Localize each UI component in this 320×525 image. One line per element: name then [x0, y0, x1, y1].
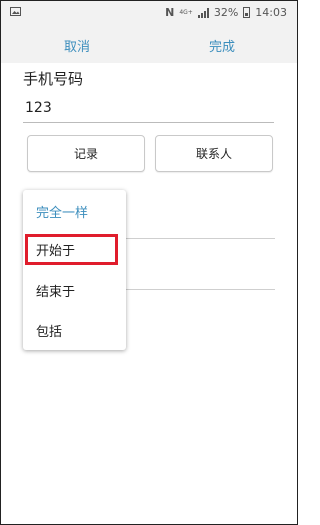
done-button[interactable]: 完成	[209, 36, 235, 55]
network-type-label: 4G+	[179, 8, 193, 16]
action-bar: 取消 完成	[1, 25, 297, 63]
phone-number-input[interactable]: 123	[25, 100, 52, 116]
gallery-notification-icon	[10, 6, 21, 19]
menu-item-contains[interactable]: 包括	[36, 321, 62, 340]
menu-item-ends-with[interactable]: 结束于	[36, 281, 75, 300]
signal-strength-icon	[197, 7, 209, 18]
menu-item-exact-match[interactable]: 完全一样	[36, 202, 88, 221]
contacts-button[interactable]: 联系人	[155, 135, 273, 172]
input-underline	[23, 122, 274, 123]
battery-icon	[243, 7, 251, 18]
match-type-dropdown-menu: 完全一样 开始于 结束于 包括	[23, 190, 126, 350]
record-button[interactable]: 记录	[27, 135, 145, 172]
divider	[126, 238, 275, 239]
status-bar: N 4G+ 32% 14:03	[1, 1, 297, 25]
cancel-button[interactable]: 取消	[64, 36, 90, 55]
nfc-icon: N	[165, 6, 175, 19]
divider	[126, 289, 275, 290]
field-title: 手机号码	[23, 70, 84, 88]
clock: 14:03	[255, 6, 287, 19]
menu-item-starts-with[interactable]: 开始于	[36, 240, 75, 259]
battery-percent: 32%	[213, 6, 239, 19]
